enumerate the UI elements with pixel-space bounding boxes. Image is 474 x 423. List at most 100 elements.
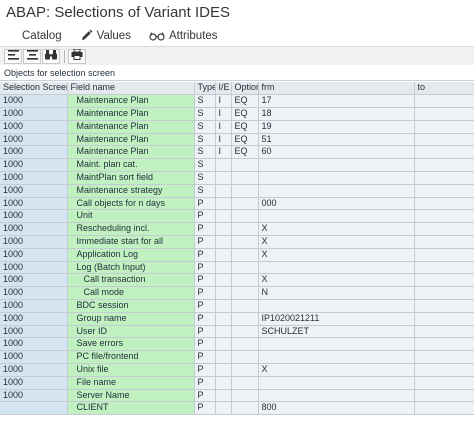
align-left-button[interactable] <box>4 48 22 64</box>
cell-type[interactable]: P <box>194 401 216 416</box>
cell-option[interactable]: EQ <box>231 145 259 160</box>
cell-selection-screen[interactable]: 1000 <box>0 389 68 403</box>
cell-to[interactable] <box>414 235 474 249</box>
cell-from[interactable]: 18 <box>258 107 415 121</box>
cell-from[interactable]: 51 <box>258 133 415 147</box>
column-header-field-name[interactable]: Field name <box>67 82 195 96</box>
menu-attributes[interactable]: Attributes <box>149 30 218 42</box>
cell-selection-screen[interactable]: 1000 <box>0 120 68 134</box>
table-row[interactable]: 1000 MaintPlan sort field S <box>0 171 474 185</box>
cell-to[interactable] <box>414 184 474 198</box>
table-row[interactable]: 1000 Maintenance Plan S I EQ 60 <box>0 145 474 160</box>
column-header-option[interactable]: Option <box>231 82 259 96</box>
table-row[interactable]: 1000 Unix file P X <box>0 363 474 377</box>
table-row[interactable]: 1000 Maintenance Plan S I EQ 18 <box>0 107 474 121</box>
cell-field-name[interactable]: Unix file <box>67 363 195 377</box>
cell-option[interactable] <box>231 273 259 288</box>
cell-from[interactable] <box>258 337 415 352</box>
cell-ie[interactable] <box>215 158 232 173</box>
table-row[interactable]: 1000 Save errors P <box>0 337 474 352</box>
table-row[interactable]: 1000 Rescheduling incl. P X <box>0 222 474 237</box>
column-header-from[interactable]: frm <box>258 82 415 96</box>
cell-ie[interactable] <box>215 363 232 377</box>
cell-ie[interactable] <box>215 261 232 275</box>
cell-ie[interactable] <box>215 350 232 365</box>
cell-field-name[interactable]: Call objects for n days <box>67 197 195 211</box>
cell-ie[interactable] <box>215 273 232 288</box>
cell-from[interactable]: X <box>258 363 415 377</box>
table-row[interactable]: 1000 Call objects for n days P 000 <box>0 197 474 211</box>
cell-field-name[interactable]: PC file/frontend <box>67 350 195 365</box>
cell-type[interactable]: P <box>194 261 216 275</box>
cell-selection-screen[interactable]: 1000 <box>0 133 68 147</box>
cell-option[interactable] <box>231 325 259 339</box>
cell-type[interactable]: P <box>194 209 216 224</box>
table-row[interactable]: 1000 PC file/frontend P <box>0 350 474 365</box>
cell-option[interactable] <box>231 209 259 224</box>
cell-selection-screen[interactable]: 1000 <box>0 273 68 288</box>
table-row[interactable]: 1000 File name P <box>0 376 474 390</box>
cell-field-name[interactable]: Server Name <box>67 389 195 403</box>
table-row[interactable]: 1000 Group name P IP1020021211 <box>0 312 474 326</box>
cell-ie[interactable]: I <box>215 107 232 121</box>
cell-field-name[interactable]: Maintenance Plan <box>67 133 195 147</box>
cell-from[interactable] <box>258 171 415 185</box>
find-button[interactable] <box>42 48 60 64</box>
cell-field-name[interactable]: Maintenance Plan <box>67 107 195 121</box>
column-header-selection-screen[interactable]: Selection Screen <box>0 82 68 96</box>
cell-field-name[interactable]: User ID <box>67 325 195 339</box>
cell-from[interactable] <box>258 350 415 365</box>
cell-to[interactable] <box>414 325 474 339</box>
cell-selection-screen[interactable]: 1000 <box>0 184 68 198</box>
menu-values[interactable]: Values <box>80 29 131 42</box>
cell-from[interactable]: 17 <box>258 94 415 109</box>
cell-selection-screen[interactable]: 1000 <box>0 299 68 313</box>
cell-ie[interactable] <box>215 222 232 237</box>
cell-to[interactable] <box>414 209 474 224</box>
cell-type[interactable]: P <box>194 273 216 288</box>
cell-option[interactable] <box>231 312 259 326</box>
cell-to[interactable] <box>414 145 474 160</box>
cell-to[interactable] <box>414 376 474 390</box>
cell-ie[interactable]: I <box>215 145 232 160</box>
cell-option[interactable] <box>231 261 259 275</box>
cell-option[interactable]: EQ <box>231 94 259 109</box>
cell-selection-screen[interactable]: 1000 <box>0 248 68 262</box>
cell-to[interactable] <box>414 389 474 403</box>
cell-ie[interactable]: I <box>215 133 232 147</box>
cell-type[interactable]: S <box>194 133 216 147</box>
table-row[interactable]: 1000 Maintenance Plan S I EQ 17 <box>0 94 474 109</box>
cell-type[interactable]: P <box>194 235 216 249</box>
table-row[interactable]: 1000 Immediate start for all P X <box>0 235 474 249</box>
table-row[interactable]: 1000 BDC session P <box>0 299 474 313</box>
cell-type[interactable]: S <box>194 107 216 121</box>
cell-to[interactable] <box>414 107 474 121</box>
cell-option[interactable]: EQ <box>231 133 259 147</box>
cell-ie[interactable] <box>215 235 232 249</box>
cell-option[interactable] <box>231 401 259 416</box>
cell-from[interactable] <box>258 209 415 224</box>
cell-from[interactable]: X <box>258 273 415 288</box>
cell-to[interactable] <box>414 158 474 173</box>
cell-type[interactable]: S <box>194 94 216 109</box>
cell-field-name[interactable]: BDC session <box>67 299 195 313</box>
cell-ie[interactable] <box>215 209 232 224</box>
cell-ie[interactable] <box>215 325 232 339</box>
table-row[interactable]: CLIENT P 800 <box>0 401 474 416</box>
cell-type[interactable]: P <box>194 222 216 237</box>
cell-type[interactable]: P <box>194 376 216 390</box>
cell-field-name[interactable]: Maintenance strategy <box>67 184 195 198</box>
cell-option[interactable] <box>231 158 259 173</box>
cell-from[interactable]: 000 <box>258 197 415 211</box>
cell-selection-screen[interactable]: 1000 <box>0 337 68 352</box>
cell-to[interactable] <box>414 273 474 288</box>
cell-ie[interactable] <box>215 171 232 185</box>
cell-to[interactable] <box>414 286 474 301</box>
cell-from[interactable] <box>258 299 415 313</box>
cell-selection-screen[interactable]: 1000 <box>0 171 68 185</box>
cell-option[interactable] <box>231 363 259 377</box>
cell-from[interactable] <box>258 184 415 198</box>
cell-field-name[interactable]: Group name <box>67 312 195 326</box>
cell-field-name[interactable]: Unit <box>67 209 195 224</box>
cell-from[interactable]: X <box>258 235 415 249</box>
